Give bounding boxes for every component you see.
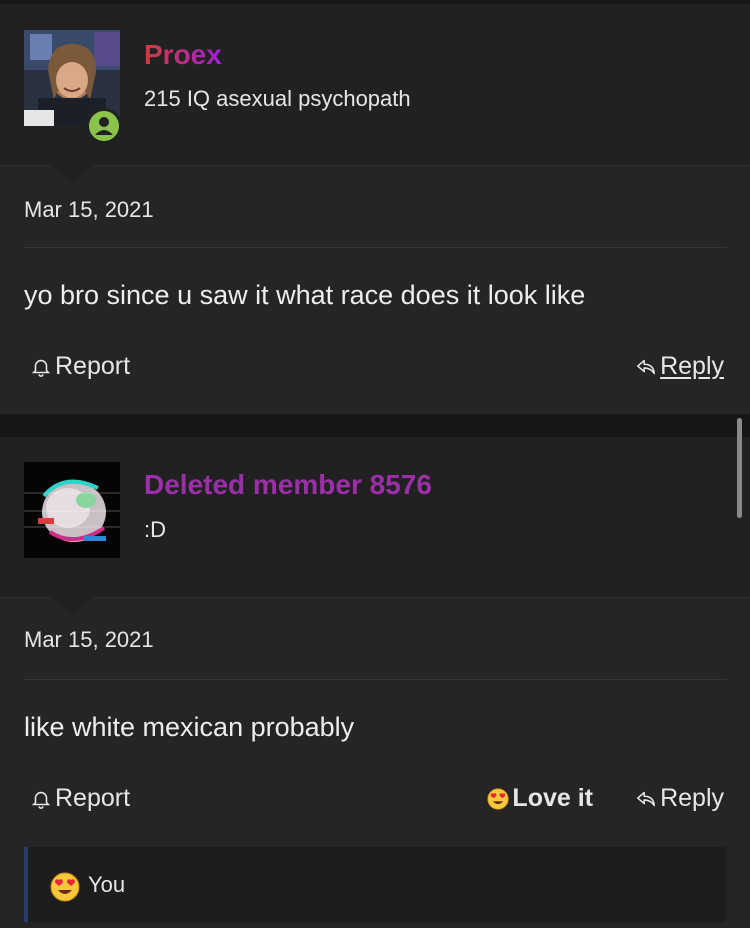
post-user-header: Deleted member 8576 :D	[0, 437, 750, 598]
divider	[24, 247, 727, 248]
love-it-label: Love it	[512, 784, 593, 812]
reply-arrow-icon	[637, 359, 656, 374]
online-status-icon	[86, 108, 122, 144]
post-user-header: Proex 215 IQ asexual psychopath	[0, 4, 750, 166]
reply-button[interactable]: Reply	[635, 352, 724, 381]
username[interactable]: Proex	[144, 39, 222, 71]
bell-icon	[31, 791, 51, 809]
report-label: Report	[55, 784, 131, 812]
header-pointer	[52, 165, 92, 184]
reply-arrow-icon	[637, 791, 656, 806]
report-button[interactable]: Report	[30, 784, 130, 813]
report-label: Report	[55, 352, 131, 380]
avatar[interactable]	[24, 462, 120, 558]
reply-label: Reply	[660, 352, 724, 380]
post-message: yo bro since u saw it what race does it …	[24, 280, 586, 310]
user-title: 215 IQ asexual psychopath	[144, 86, 411, 111]
reactions-summary[interactable]: You	[24, 847, 726, 922]
reactions-label: You	[88, 872, 126, 897]
bell-icon	[31, 359, 51, 377]
reply-label: Reply	[660, 784, 724, 812]
scrollbar[interactable]	[737, 418, 742, 518]
reply-button[interactable]: Reply	[635, 784, 724, 813]
post-message: like white mexican probably	[24, 712, 355, 742]
report-button[interactable]: Report	[30, 352, 130, 381]
heart-eyes-emoji-icon	[487, 787, 510, 810]
love-it-reaction-button[interactable]: Love it	[487, 784, 593, 813]
post-date[interactable]: Mar 15, 2021	[24, 627, 154, 653]
header-pointer	[52, 597, 92, 616]
user-title: :D	[144, 517, 166, 542]
heart-eyes-emoji-icon	[50, 872, 80, 902]
post: Deleted member 8576 :D Mar 15, 2021 like…	[0, 437, 750, 928]
post: Proex 215 IQ asexual psychopath Mar 15, …	[0, 4, 750, 414]
username[interactable]: Deleted member 8576	[144, 469, 432, 501]
post-date[interactable]: Mar 15, 2021	[24, 197, 154, 223]
divider	[24, 679, 727, 680]
